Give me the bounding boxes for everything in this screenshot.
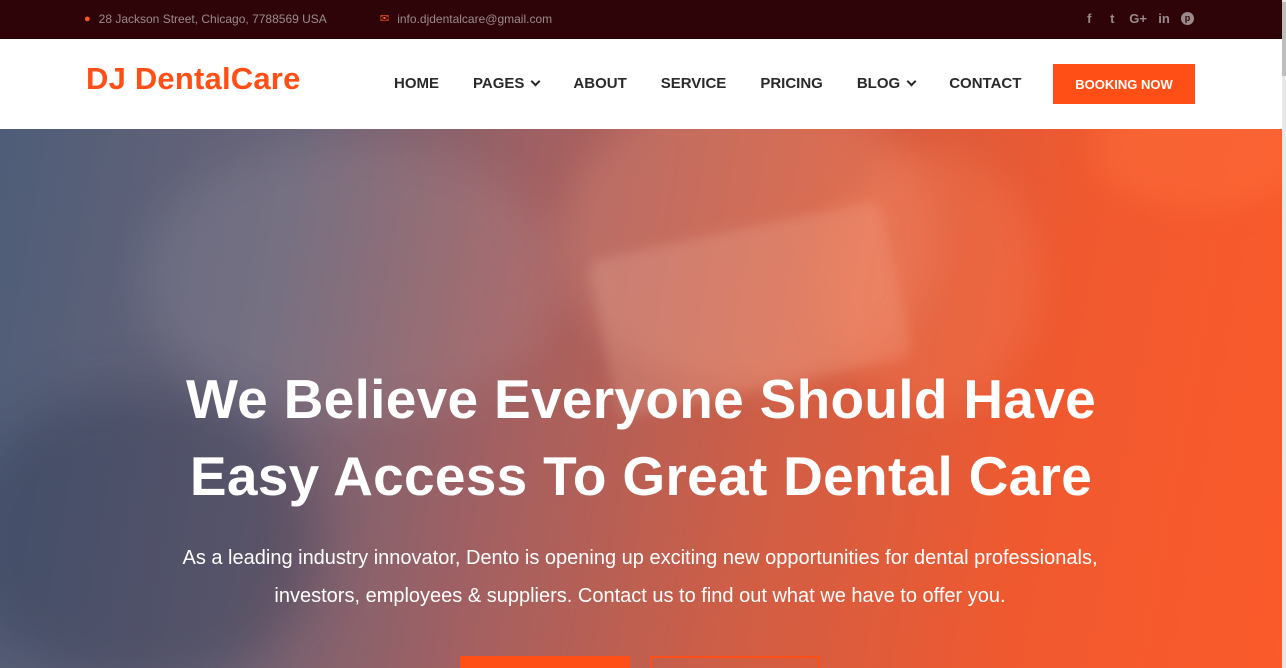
social-links: f t G+ in p	[1083, 10, 1194, 28]
chevron-down-icon	[906, 76, 917, 87]
address-text: 28 Jackson Street, Chicago, 7788569 USA	[98, 12, 327, 26]
hero-primary-button[interactable]	[460, 656, 630, 668]
linkedin-icon[interactable]: in	[1158, 10, 1170, 28]
twitter-icon[interactable]: t	[1106, 10, 1118, 28]
site-logo[interactable]: DJ DentalCare	[86, 61, 301, 97]
email-info: ✉ info.djdentalcare@gmail.com	[380, 12, 552, 26]
envelope-icon: ✉	[380, 12, 390, 25]
nav-item-service[interactable]: SERVICE	[661, 75, 727, 92]
nav-item-pages[interactable]: PAGES	[473, 75, 541, 92]
hero-secondary-button[interactable]	[650, 656, 820, 668]
hero-title: We Believe Everyone Should Have Easy Acc…	[0, 361, 1282, 515]
nav-item-blog[interactable]: BLOG	[856, 75, 917, 92]
scrollbar-thumb[interactable]	[1282, 2, 1286, 76]
hero-subtitle-line2: investors, employees & suppliers. Contac…	[274, 585, 1006, 607]
nav-pages-label: PAGES	[473, 75, 525, 92]
nav-about-label: ABOUT	[573, 75, 627, 92]
map-marker-icon: ●	[84, 12, 91, 25]
hero-section: We Believe Everyone Should Have Easy Acc…	[0, 129, 1282, 668]
hero-glow	[1090, 129, 1282, 209]
nav-item-pricing[interactable]: PRICING	[760, 75, 823, 92]
hero-subtitle: As a leading industry innovator, Dento i…	[100, 539, 1180, 615]
top-bar: ● 28 Jackson Street, Chicago, 7788569 US…	[0, 0, 1282, 39]
vertical-scrollbar[interactable]	[1282, 0, 1286, 668]
nav-item-contact[interactable]: CONTACT	[949, 75, 1021, 92]
hero-title-line1: We Believe Everyone Should Have	[185, 368, 1097, 430]
booking-now-button[interactable]: BOOKING NOW	[1053, 64, 1195, 104]
nav-pricing-label: PRICING	[760, 75, 823, 92]
facebook-icon[interactable]: f	[1083, 10, 1095, 28]
nav-blog-label: BLOG	[856, 75, 901, 92]
chevron-down-icon	[530, 76, 541, 87]
nav-service-label: SERVICE	[660, 75, 727, 92]
nav-item-home[interactable]: HOME	[394, 75, 439, 92]
main-header: DJ DentalCare HOME PAGES ABOUT SERVICE P…	[0, 39, 1282, 129]
nav-home-label: HOME	[394, 75, 439, 92]
address-info: ● 28 Jackson Street, Chicago, 7788569 US…	[84, 12, 327, 26]
hero-subtitle-line1: As a leading industry innovator, Dento i…	[182, 547, 1098, 569]
pinterest-icon[interactable]: p	[1181, 12, 1194, 25]
google-plus-icon[interactable]: G+	[1129, 10, 1147, 28]
nav-contact-label: CONTACT	[949, 75, 1022, 92]
nav-item-about[interactable]: ABOUT	[573, 75, 626, 92]
email-text[interactable]: info.djdentalcare@gmail.com	[397, 12, 552, 26]
main-nav: HOME PAGES ABOUT SERVICE PRICING BLOG CO…	[394, 75, 1055, 92]
hero-title-line2: Easy Access To Great Dental Care	[189, 445, 1093, 507]
